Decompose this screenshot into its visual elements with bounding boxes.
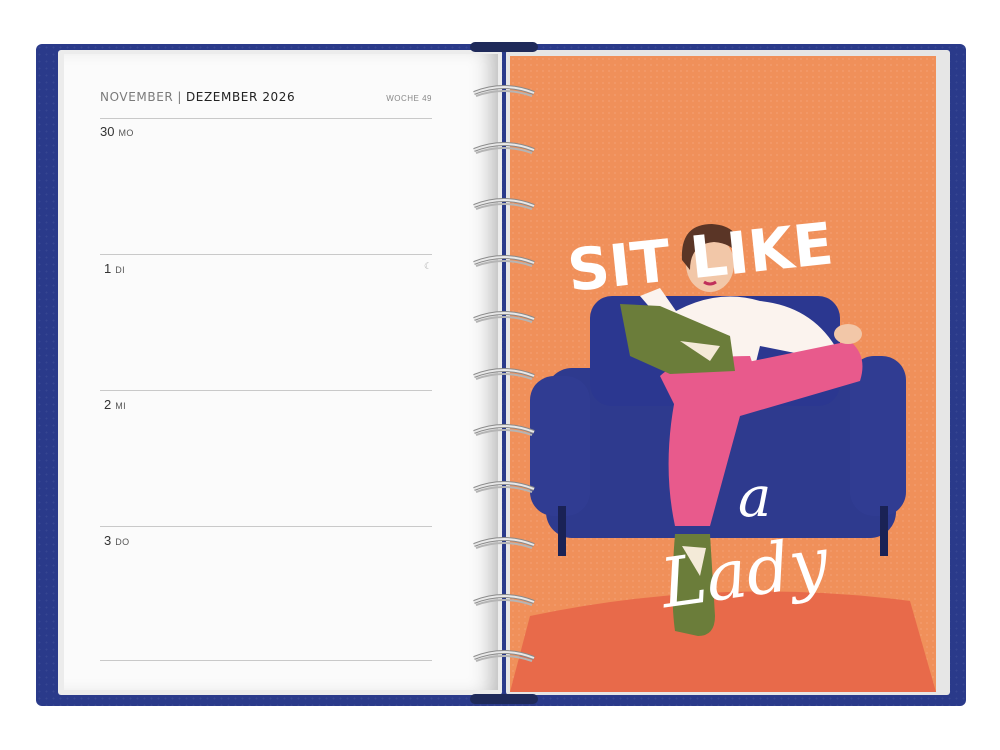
day-divider [100,390,432,391]
spiral-ring [473,141,535,154]
header-rule [100,118,432,119]
month-range: NOVEMBER | DEZEMBER 2026 [100,90,295,104]
spiral-ring [473,650,535,662]
day-entry-30[interactable]: 30 MO [100,124,134,139]
day-weekday: MI [115,401,127,411]
week-number: WOCHE 49 [386,94,432,103]
day-entry-2[interactable]: 2 MI [104,397,126,412]
month-separator: | [177,90,182,104]
spiral-ring [473,367,535,380]
month-current: DEZEMBER 2026 [185,90,296,104]
day-weekday: DO [115,537,130,547]
spiral-ring [473,537,535,549]
spiral-ring [473,85,535,97]
spiral-ring [473,254,535,267]
spiral-ring [473,480,535,493]
left-page [64,54,498,690]
sofa-leg-right [880,506,888,556]
day-weekday: DI [115,265,126,275]
day-divider [100,254,432,255]
binding-top [470,42,538,52]
day-divider [100,526,432,527]
script-a-text: a [738,465,771,530]
page-header: NOVEMBER | DEZEMBER 2026 WOCHE 49 [100,88,432,110]
sofa-arm-left [530,376,590,516]
day-number: 3 [104,533,112,548]
binding-bottom [470,694,538,704]
day-weekday: MO [118,128,134,138]
sofa-leg-left [558,506,566,556]
spiral-ring [473,424,535,436]
illustration-sit-like-a-lady: SIT LIKE a Lady [510,209,936,692]
day-divider [100,660,432,661]
day-entry-3[interactable]: 3 DO [104,533,130,548]
spiral-ring [473,198,535,210]
day-number: 30 [100,124,115,139]
month-previous: NOVEMBER [100,90,174,104]
moon-phase-icon: ☾ [424,261,433,271]
day-number: 2 [104,397,112,412]
headline-text: SIT LIKE [564,209,836,304]
day-number: 1 [104,261,112,276]
hand [834,324,862,344]
spiral-ring [473,311,535,323]
spiral-ring [473,593,535,606]
day-entry-1[interactable]: 1 DI [104,261,125,276]
